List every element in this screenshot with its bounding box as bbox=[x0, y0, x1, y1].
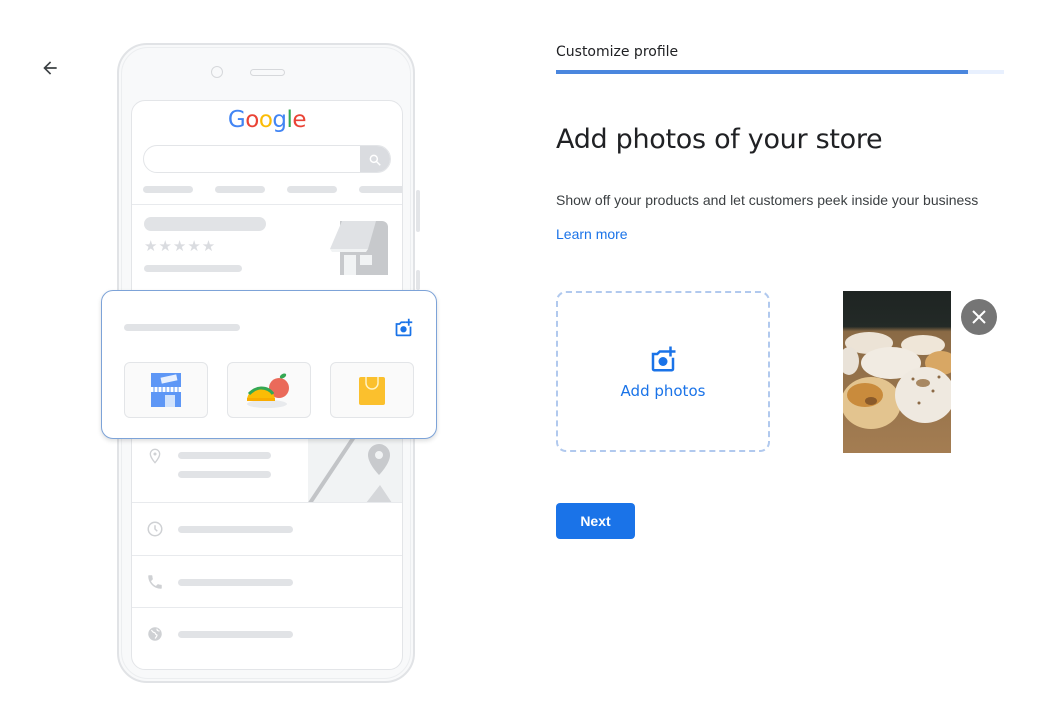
close-icon bbox=[972, 310, 986, 324]
placeholder-line bbox=[178, 526, 293, 533]
phone-side-button bbox=[416, 190, 420, 232]
logo-letter: g bbox=[272, 107, 287, 133]
add-photo-camera-icon bbox=[395, 318, 413, 337]
arrow-back-icon bbox=[43, 61, 57, 75]
storefront-icon bbox=[330, 221, 388, 275]
placeholder-business-name bbox=[144, 217, 266, 231]
divider bbox=[132, 607, 402, 608]
logo-letter: e bbox=[292, 107, 307, 133]
placeholder-tab bbox=[287, 186, 337, 193]
placeholder-tab bbox=[359, 186, 402, 193]
page-subtitle: Show off your products and let customers… bbox=[556, 192, 979, 208]
divider bbox=[132, 204, 402, 205]
globe-icon bbox=[148, 627, 162, 641]
learn-more-link[interactable]: Learn more bbox=[556, 226, 628, 242]
google-logo: Google bbox=[132, 107, 402, 133]
placeholder-line bbox=[144, 265, 242, 272]
storefront-icon bbox=[151, 373, 181, 407]
placeholder-line bbox=[178, 631, 293, 638]
rating-stars: ★★★★★ bbox=[144, 238, 217, 255]
divider bbox=[132, 555, 402, 556]
logo-letter: o bbox=[258, 107, 273, 133]
thumbnail-food bbox=[227, 362, 311, 418]
placeholder-tab bbox=[215, 186, 265, 193]
illustration-search-button bbox=[360, 146, 390, 172]
progress-bar-fill bbox=[556, 70, 969, 74]
phone-camera bbox=[211, 66, 223, 78]
location-pin-icon bbox=[149, 448, 161, 464]
add-photos-button[interactable]: Add photos bbox=[556, 291, 770, 452]
placeholder-line bbox=[124, 324, 240, 331]
thumbnail-shopping-bag bbox=[330, 362, 414, 418]
clock-icon bbox=[147, 521, 163, 537]
map-thumbnail bbox=[308, 435, 402, 505]
map-pin-icon bbox=[308, 435, 392, 505]
photos-card-illustration bbox=[101, 290, 437, 439]
add-photo-camera-icon bbox=[651, 346, 676, 371]
back-button[interactable] bbox=[36, 54, 64, 82]
next-button[interactable]: Next bbox=[556, 503, 635, 539]
bagels-photo bbox=[843, 332, 951, 429]
placeholder-line bbox=[178, 579, 293, 586]
phone-speaker bbox=[250, 69, 285, 76]
logo-letter: G bbox=[227, 107, 246, 133]
placeholder-line bbox=[178, 452, 271, 459]
phone-side-button bbox=[416, 270, 420, 290]
add-photos-label: Add photos bbox=[620, 381, 706, 400]
remove-photo-button[interactable] bbox=[961, 299, 997, 335]
progress-bar bbox=[556, 70, 1004, 74]
placeholder-line bbox=[178, 471, 271, 478]
illustration-search-bar bbox=[143, 145, 391, 173]
page-title: Add photos of your store bbox=[556, 124, 883, 155]
uploaded-photo[interactable] bbox=[843, 291, 951, 453]
thumbnail-storefront bbox=[124, 362, 208, 418]
step-label: Customize profile bbox=[556, 44, 679, 60]
logo-letter: o bbox=[245, 107, 259, 133]
placeholder-tab bbox=[143, 186, 193, 193]
shopping-bag-icon bbox=[359, 377, 385, 405]
phone-icon bbox=[148, 575, 162, 589]
food-icon bbox=[247, 373, 289, 408]
search-icon bbox=[369, 154, 381, 166]
divider bbox=[132, 502, 402, 503]
